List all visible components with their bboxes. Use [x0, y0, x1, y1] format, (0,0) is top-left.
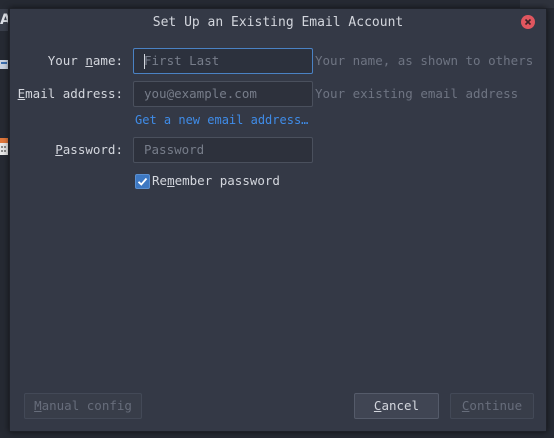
- password-input-placeholder: Password: [144, 142, 205, 157]
- manual-rest: anual config: [41, 398, 132, 413]
- remember-password-label[interactable]: Remember password: [152, 172, 280, 190]
- setup-email-dialog: Set Up an Existing Email Account Your na…: [9, 8, 547, 432]
- close-button[interactable]: [521, 15, 535, 29]
- close-icon: [524, 18, 532, 26]
- text-caret: [144, 54, 145, 69]
- name-label: Your name:: [10, 48, 123, 74]
- remember-label-pre: Re: [152, 173, 168, 188]
- name-input[interactable]: First Last: [133, 48, 313, 74]
- manual-accel: M: [34, 398, 42, 413]
- cancel-button[interactable]: Cancel: [354, 393, 439, 419]
- name-hint: Your name, as shown to others: [315, 53, 534, 68]
- remember-label-post: ember password: [174, 173, 280, 188]
- email-label: Email address:: [10, 81, 123, 107]
- background-toolbar-icon: [0, 58, 8, 72]
- background-app-title-letter: A: [0, 9, 8, 31]
- remember-password-checkbox[interactable]: [135, 174, 150, 189]
- remember-label-accel: m: [167, 173, 175, 188]
- email-hint: Your existing email address: [315, 86, 519, 101]
- continue-button[interactable]: Continue: [450, 393, 534, 419]
- password-label: Password:: [10, 137, 123, 163]
- name-label-accel: n: [85, 53, 93, 68]
- dialog-titlebar: Set Up an Existing Email Account: [10, 9, 546, 36]
- name-input-placeholder: First Last: [144, 53, 220, 68]
- email-label-post: mail address:: [25, 86, 123, 101]
- calendar-icon: [0, 138, 8, 156]
- password-label-post: assword:: [62, 142, 123, 157]
- manual-config-button[interactable]: Manual config: [24, 393, 142, 419]
- checkmark-icon: [137, 177, 148, 186]
- password-label-accel: P: [55, 142, 63, 157]
- continue-rest: ontinue: [469, 398, 523, 413]
- email-input-placeholder: you@example.com: [144, 86, 257, 101]
- name-label-pre: Your: [47, 53, 86, 68]
- new-email-link[interactable]: Get a new email address…: [135, 113, 308, 127]
- password-input[interactable]: Password: [133, 137, 313, 163]
- name-label-post: ame:: [92, 53, 123, 68]
- dialog-title: Set Up an Existing Email Account: [152, 15, 404, 30]
- email-input[interactable]: you@example.com: [133, 81, 313, 107]
- background-window-edge: [520, 0, 554, 8]
- cancel-rest: ancel: [381, 398, 420, 413]
